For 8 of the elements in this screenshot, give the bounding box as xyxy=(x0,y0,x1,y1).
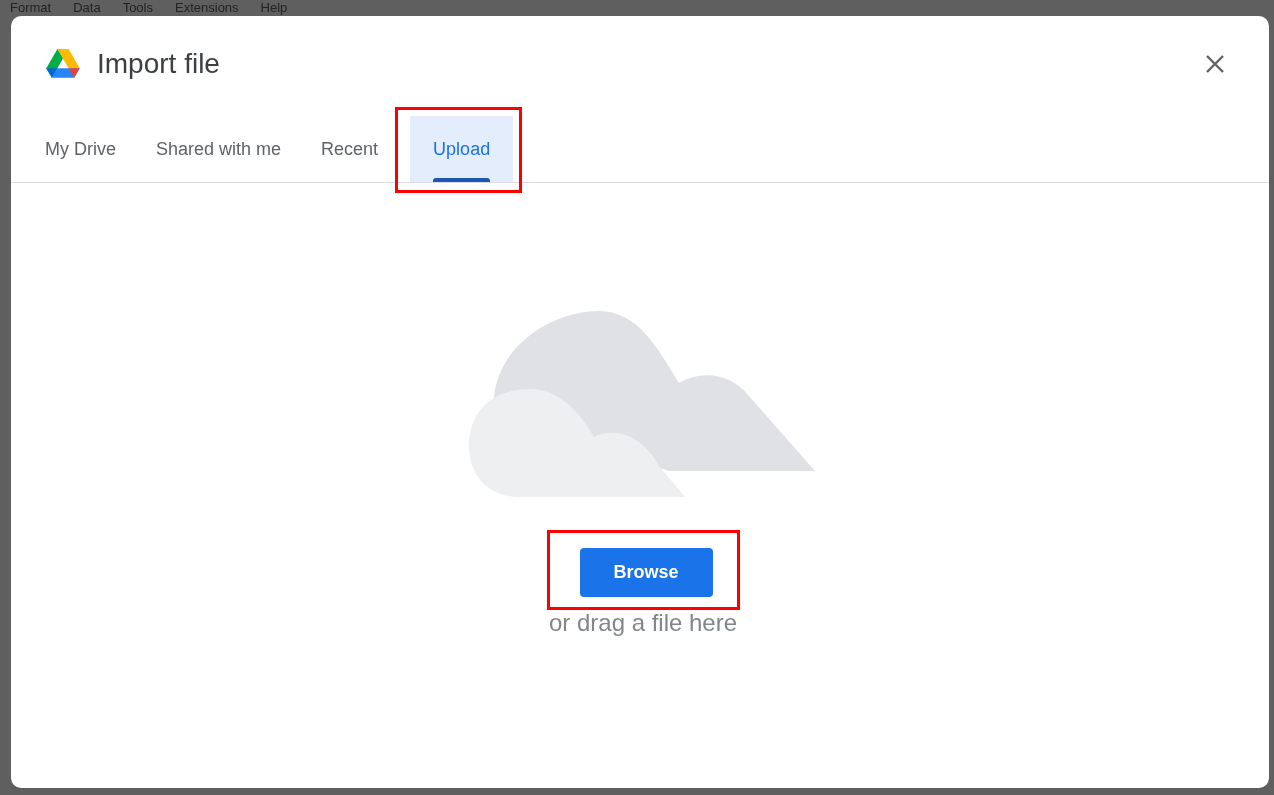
tab[interactable]: Shared with me xyxy=(136,116,302,182)
tab[interactable]: Recent xyxy=(301,116,399,182)
drive-logo-icon xyxy=(46,49,80,79)
tab[interactable]: Upload xyxy=(410,116,514,182)
dialog-title: Import file xyxy=(97,48,220,80)
browse-button[interactable]: Browse xyxy=(579,548,713,597)
drag-hint: or drag a file here xyxy=(548,609,738,637)
tab[interactable]: My Drive xyxy=(25,116,136,182)
